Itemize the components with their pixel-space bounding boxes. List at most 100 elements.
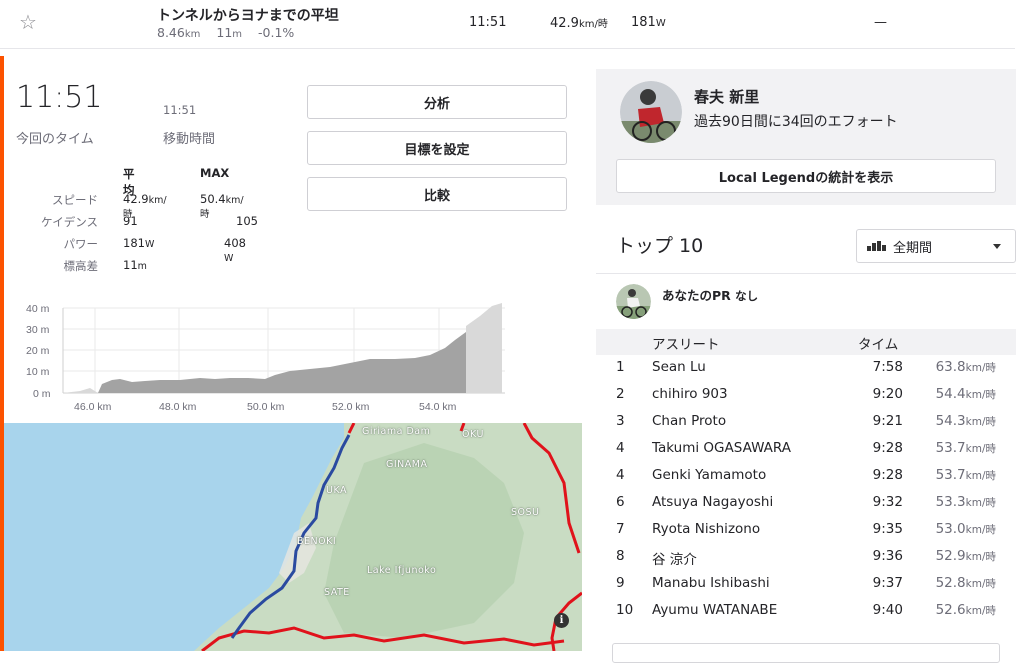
stats-max-power: 408 W <box>224 236 246 264</box>
row-time[interactable]: 9:35 <box>873 521 903 537</box>
row-time[interactable]: 9:21 <box>873 413 903 429</box>
stats-col-max: MAX <box>200 166 230 180</box>
row-rank: 4 <box>616 467 625 483</box>
stats-label-elevation: 標高差 <box>63 259 99 273</box>
leaderboard-header: アスリート タイム <box>596 329 1016 355</box>
map-label: Giriama Dam <box>362 426 431 437</box>
view-legend-stats-button[interactable]: Local Legendの統計を表示 <box>616 159 996 193</box>
period-select[interactable]: 全期間 <box>856 229 1016 263</box>
row-time[interactable]: 9:37 <box>873 575 903 591</box>
row-athlete-link[interactable]: chihiro 903 <box>652 386 728 402</box>
your-pr-label: あなたのPR <box>662 288 731 303</box>
x-tick: 48.0 km <box>159 401 197 413</box>
segment-elevation: 11 <box>216 25 233 40</box>
stats-label-cadence: ケイデンス <box>40 215 98 229</box>
elevation-y-axis: 40 m 30 m 20 m 10 m 0 m <box>26 303 51 400</box>
set-goal-button[interactable]: 目標を設定 <box>307 131 567 165</box>
leaderboard-row[interactable]: 4 Takumi OGASAWARA 9:28 53.7km/時 <box>596 436 1016 463</box>
segment-name[interactable]: トンネルからヨナまでの平坦 <box>157 5 339 25</box>
col-time: タイム <box>858 337 899 353</box>
segment-distance: 8.46 <box>157 25 185 40</box>
row-athlete-link[interactable]: Sean Lu <box>652 359 706 375</box>
y-tick: 10 m <box>26 366 50 378</box>
row-speed: 54.4km/時 <box>935 386 996 402</box>
leaderboard-row[interactable]: 2 chihiro 903 9:20 54.4km/時 <box>596 382 1016 409</box>
analyze-button[interactable]: 分析 <box>307 85 567 119</box>
period-select-value: 全期間 <box>893 240 933 256</box>
leaderboard-row[interactable]: 7 Ryota Nishizono 9:35 53.0km/時 <box>596 517 1016 544</box>
row-speed: 52.6km/時 <box>935 602 996 618</box>
compare-button[interactable]: 比較 <box>307 177 567 211</box>
y-tick: 0 m <box>33 388 51 400</box>
row-rank: 9 <box>616 575 625 591</box>
x-tick: 52.0 km <box>332 401 370 413</box>
row-time[interactable]: 9:40 <box>873 602 903 618</box>
row-speed: 53.0km/時 <box>935 521 996 537</box>
elevation-x-axis: 46.0 km 48.0 km 50.0 km 52.0 km 54.0 km <box>74 401 457 413</box>
row-rank: 4 <box>616 440 625 456</box>
row-speed: 52.9km/時 <box>935 548 996 564</box>
row-speed: 53.7km/時 <box>935 467 996 483</box>
row-speed: 53.7km/時 <box>935 440 996 456</box>
row-time[interactable]: 9:28 <box>873 440 903 456</box>
y-tick: 20 m <box>26 345 50 357</box>
row-athlete-link[interactable]: 谷 涼介 <box>652 548 697 568</box>
row-time[interactable]: 9:32 <box>873 494 903 510</box>
elevation-chart[interactable]: 40 m 30 m 20 m 10 m 0 m 46.0 km 48.0 km … <box>20 298 510 418</box>
leaderboard-row[interactable]: 6 Atsuya Nagayoshi 9:32 53.3km/時 <box>596 490 1016 517</box>
row-athlete-link[interactable]: Ryota Nishizono <box>652 521 760 537</box>
row-athlete-link[interactable]: Atsuya Nagayoshi <box>652 494 773 510</box>
leaderboard-row[interactable]: 10 Ayumu WATANABE 9:40 52.6km/時 <box>596 598 1016 625</box>
user-avatar[interactable] <box>616 284 651 319</box>
row-rank: 8 <box>616 548 625 564</box>
leaderboard-row[interactable]: 1 Sean Lu 7:58 63.8km/時 <box>596 355 1016 382</box>
view-full-leaderboard-button[interactable] <box>612 643 1000 663</box>
row-time[interactable]: 9:28 <box>873 467 903 483</box>
leaderboard-title: トップ 10 <box>616 235 704 257</box>
row-time[interactable]: 9:36 <box>873 548 903 564</box>
row-athlete-link[interactable]: Chan Proto <box>652 413 726 429</box>
star-icon[interactable]: ☆ <box>19 10 37 34</box>
elevation-profile-segment <box>98 332 466 393</box>
legend-avatar[interactable] <box>620 81 682 143</box>
leaderboard-row[interactable]: 8 谷 涼介 9:36 52.9km/時 <box>596 544 1016 571</box>
row-time: 11:51 <box>469 15 507 30</box>
segment-map[interactable]: Giriama Dam OKU GINAMA UKA SOSU BENOKI L… <box>4 423 582 651</box>
row-power-value: 181 <box>631 15 656 30</box>
row-athlete-link[interactable]: Manabu Ishibashi <box>652 575 770 591</box>
your-pr-value: なし <box>735 289 759 303</box>
segment-row[interactable]: ☆ トンネルからヨナまでの平坦 8.46km 11m -0.1% 11:51 4… <box>0 0 1015 49</box>
map-canvas[interactable] <box>4 423 582 651</box>
row-athlete-link[interactable]: Ayumu WATANABE <box>652 602 777 618</box>
leaderboard-row[interactable]: 3 Chan Proto 9:21 54.3km/時 <box>596 409 1016 436</box>
col-athlete: アスリート <box>652 337 720 353</box>
segment-elevation-unit: m <box>232 29 243 40</box>
map-label: BENOKI <box>297 536 337 547</box>
moving-time: 11:51 <box>163 103 197 117</box>
row-time[interactable]: 9:20 <box>873 386 903 402</box>
stats-avg-cadence: 91 <box>123 214 138 228</box>
row-time[interactable]: 7:58 <box>873 359 903 375</box>
stats-label-speed: スピード <box>52 193 98 207</box>
moving-time-label: 移動時間 <box>163 132 216 147</box>
leaderboard-row[interactable]: 4 Genki Yamamoto 9:28 53.7km/時 <box>596 463 1016 490</box>
x-tick: 54.0 km <box>419 401 457 413</box>
stats-label-power: パワー <box>63 237 99 251</box>
row-athlete-link[interactable]: Takumi OGASAWARA <box>652 440 791 456</box>
y-tick: 40 m <box>26 303 50 315</box>
segment-summary: 8.46km 11m -0.1% <box>157 25 306 40</box>
leaderboard-row[interactable]: 9 Manabu Ishibashi 9:37 52.8km/時 <box>596 571 1016 598</box>
chevron-down-icon <box>993 244 1001 249</box>
stats-avg-power: 181W <box>123 236 155 250</box>
legend-name[interactable]: 春夫 新里 <box>694 86 759 107</box>
your-pr: あなたのPR なし <box>662 285 758 304</box>
stats-avg-elevation: 11m <box>123 258 147 272</box>
row-extra: — <box>874 15 887 30</box>
row-speed: 53.3km/時 <box>935 494 996 510</box>
map-info-icon[interactable]: i <box>554 613 569 628</box>
row-athlete-link[interactable]: Genki Yamamoto <box>652 467 766 483</box>
row-rank: 7 <box>616 521 625 537</box>
divider <box>596 273 1016 274</box>
row-power: 181W <box>631 15 666 30</box>
x-tick: 46.0 km <box>74 401 112 413</box>
